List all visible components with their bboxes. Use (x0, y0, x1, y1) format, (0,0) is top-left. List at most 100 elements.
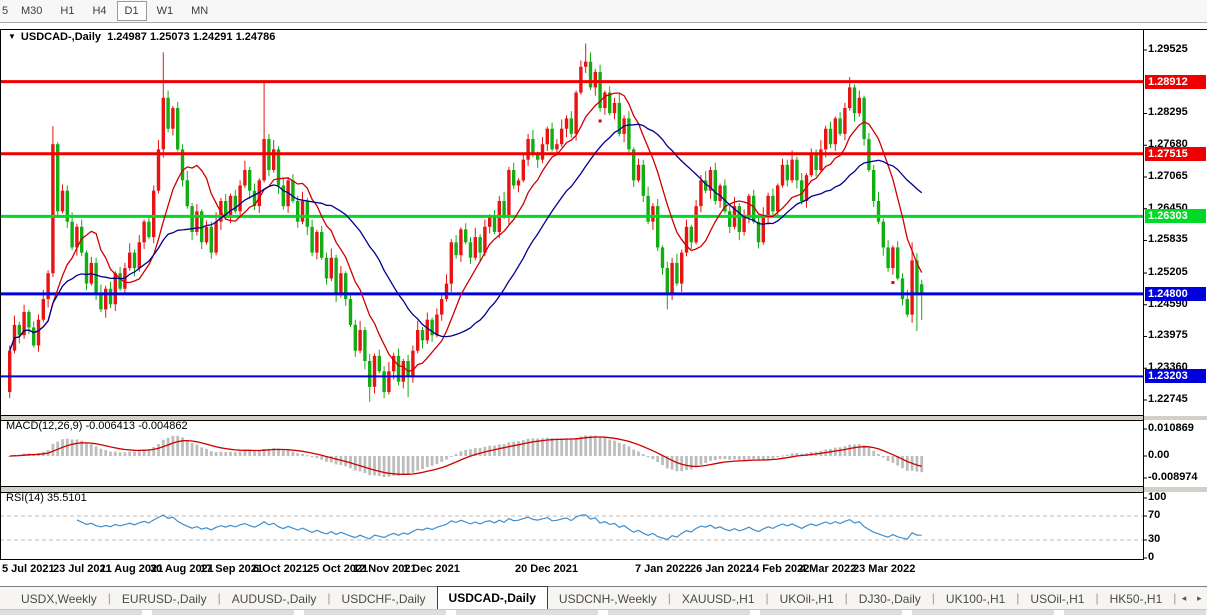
macd-histogram-bar (392, 456, 395, 476)
chart-tab-hk50-h1[interactable]: HK50-,H1 (1099, 589, 1174, 609)
candle-body (536, 155, 539, 160)
macd-histogram-bar (776, 456, 779, 457)
candle-body (627, 118, 630, 149)
candle-body (397, 356, 400, 382)
macd-histogram-bar (920, 456, 923, 472)
candle-body (882, 222, 885, 248)
candle-body (248, 170, 251, 191)
candle-body (642, 165, 645, 196)
candle-body (152, 191, 155, 237)
period-button-h4[interactable]: H4 (84, 1, 114, 21)
candle-body (891, 247, 894, 268)
pane-splitter[interactable] (0, 487, 1207, 492)
chart-tab-xauusd-h1[interactable]: XAUUSD-,H1 (671, 589, 766, 609)
period-button-m30[interactable]: M30 (13, 1, 50, 21)
candle-body (478, 237, 481, 252)
chart-tab-audusd-daily[interactable]: AUDUSD-,Daily (221, 589, 328, 609)
macd-histogram-bar (224, 452, 227, 456)
candle-body (570, 118, 573, 133)
macd-histogram-bar (834, 448, 837, 456)
macd-histogram-bar (608, 440, 611, 456)
macd-histogram-bar (167, 438, 170, 456)
candle-body (104, 289, 107, 310)
candle-body (901, 278, 904, 299)
chart-tab-usdx-weekly[interactable]: USDX,Weekly (10, 589, 108, 609)
macd-histogram-bar (320, 456, 323, 460)
macd-histogram-bar (887, 456, 890, 461)
candle-body (368, 361, 371, 387)
chart-tab-dj30-daily[interactable]: DJ30-,Daily (848, 589, 932, 609)
macd-histogram-bar (704, 456, 707, 463)
macd-histogram-bar (436, 456, 439, 464)
chart-tab-usdchf-daily[interactable]: USDCHF-,Daily (331, 589, 437, 609)
macd-histogram-bar (104, 450, 107, 456)
candle-body (210, 227, 213, 253)
candle-body (656, 206, 659, 247)
candle-body (85, 253, 88, 284)
macd-histogram-bar (493, 446, 496, 456)
period-button-d1[interactable]: D1 (117, 1, 147, 21)
macd-histogram-bar (508, 442, 511, 456)
candle-body (387, 371, 390, 392)
chart-canvas[interactable] (0, 29, 1207, 585)
macd-histogram-bar (210, 451, 213, 456)
candle-body (589, 62, 592, 88)
candle-body (795, 160, 798, 181)
rsi-tick-label: 30 (1148, 533, 1160, 545)
macd-histogram-bar (565, 438, 568, 456)
period-button-w1[interactable]: W1 (149, 1, 182, 21)
candle-body (138, 242, 141, 268)
candle-body (666, 268, 669, 294)
chart-tab-usoil-h1[interactable]: USOil-,H1 (1019, 589, 1095, 609)
price-line-badge: 1.26303 (1145, 209, 1206, 223)
candle-body (454, 242, 457, 255)
chart-tab-ukoil-h1[interactable]: UKOil-,H1 (769, 589, 845, 609)
candle-body (555, 144, 558, 149)
chart-symbol: USDCAD-,Daily (21, 31, 101, 43)
candle-body (824, 129, 827, 150)
chart-tab-usdcnh-weekly[interactable]: USDCNH-,Weekly (548, 589, 668, 609)
tab-scroll-right[interactable]: ▸ (1192, 589, 1207, 607)
macd-histogram-bar (229, 452, 232, 456)
macd-histogram-bar (191, 443, 194, 456)
candle-body (440, 299, 443, 314)
macd-histogram-bar (186, 440, 189, 456)
period-button-h1[interactable]: H1 (52, 1, 82, 21)
macd-histogram-bar (176, 436, 179, 456)
candle-body (834, 118, 837, 144)
macd-histogram-bar (522, 440, 525, 456)
macd-histogram-bar (109, 452, 112, 456)
chart-tab-eurusd-daily[interactable]: EURUSD-,Daily (111, 589, 218, 609)
candle-body (315, 232, 318, 253)
macd-histogram-bar (301, 454, 304, 456)
candle-body (339, 273, 342, 294)
candle-body (354, 325, 357, 351)
candle-body (61, 191, 64, 212)
tab-scroll-left[interactable]: ◂ (1176, 589, 1191, 607)
rsi-label: RSI(14) 35.5101 (6, 492, 87, 504)
macd-histogram-bar (85, 443, 88, 456)
candle-body (195, 211, 198, 232)
macd-histogram-bar (728, 456, 731, 460)
chart-tab-uk100-h1[interactable]: UK100-,H1 (935, 589, 1016, 609)
candle-body (757, 222, 760, 243)
candle-body (291, 180, 294, 201)
mt4-window: 5M30H1H4D1W1MN ▼USDCAD-,Daily 1.24987 1.… (0, 0, 1207, 615)
period-button-mn[interactable]: MN (183, 1, 216, 21)
macd-histogram-bar (311, 456, 314, 457)
candle-body (296, 201, 299, 222)
chart-title: ▼USDCAD-,Daily 1.24987 1.25073 1.24291 1… (8, 31, 275, 43)
macd-histogram-bar (138, 451, 141, 456)
macd-histogram-bar (695, 456, 698, 467)
macd-histogram-bar (906, 456, 909, 471)
macd-histogram-bar (647, 456, 650, 457)
macd-histogram-bar (469, 449, 472, 456)
macd-histogram-bar (738, 456, 741, 460)
collapse-triangle-icon[interactable]: ▼ (8, 32, 16, 41)
chart-tab-usdcad-daily[interactable]: USDCAD-,Daily (437, 586, 548, 609)
candle-body (214, 222, 217, 253)
candle-body (862, 98, 865, 139)
period-button-5[interactable]: 5 (1, 1, 11, 21)
candle-body (718, 186, 721, 201)
macd-histogram-bar (498, 444, 501, 456)
